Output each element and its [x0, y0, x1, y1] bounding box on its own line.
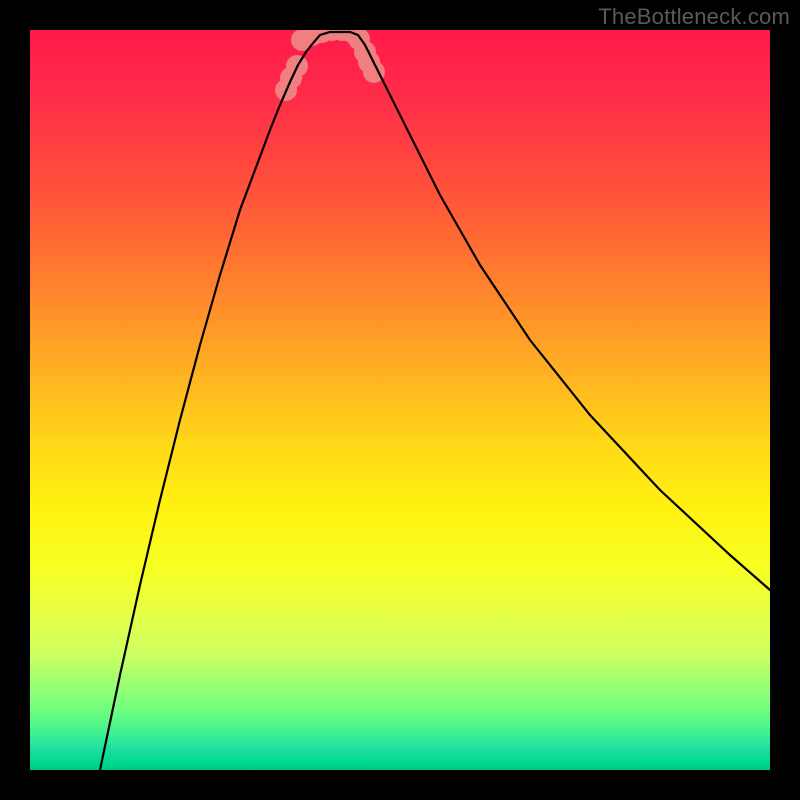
plot-area [30, 30, 770, 770]
watermark-text: TheBottleneck.com [598, 4, 790, 30]
bottleneck-curve [100, 32, 770, 770]
marker-group [275, 30, 385, 101]
chart-frame: TheBottleneck.com [0, 0, 800, 800]
curve-svg [30, 30, 770, 770]
